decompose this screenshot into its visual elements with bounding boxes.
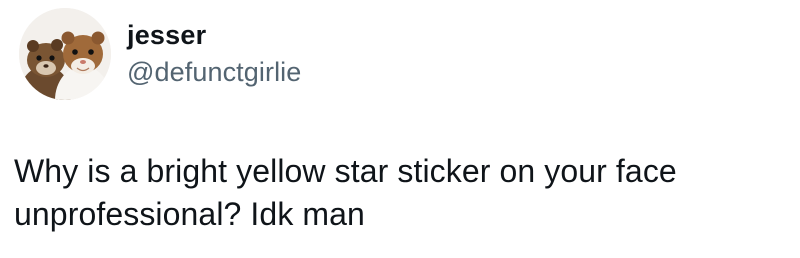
- tweet-card: jesser @defunctgirlie Why is a bright ye…: [0, 0, 800, 258]
- user-handle[interactable]: @defunctgirlie: [127, 56, 301, 88]
- ferrets-avatar-icon: [19, 8, 111, 100]
- avatar[interactable]: [19, 8, 111, 100]
- tweet-text: Why is a bright yellow star sticker on y…: [14, 153, 677, 232]
- display-name[interactable]: jesser: [127, 19, 206, 51]
